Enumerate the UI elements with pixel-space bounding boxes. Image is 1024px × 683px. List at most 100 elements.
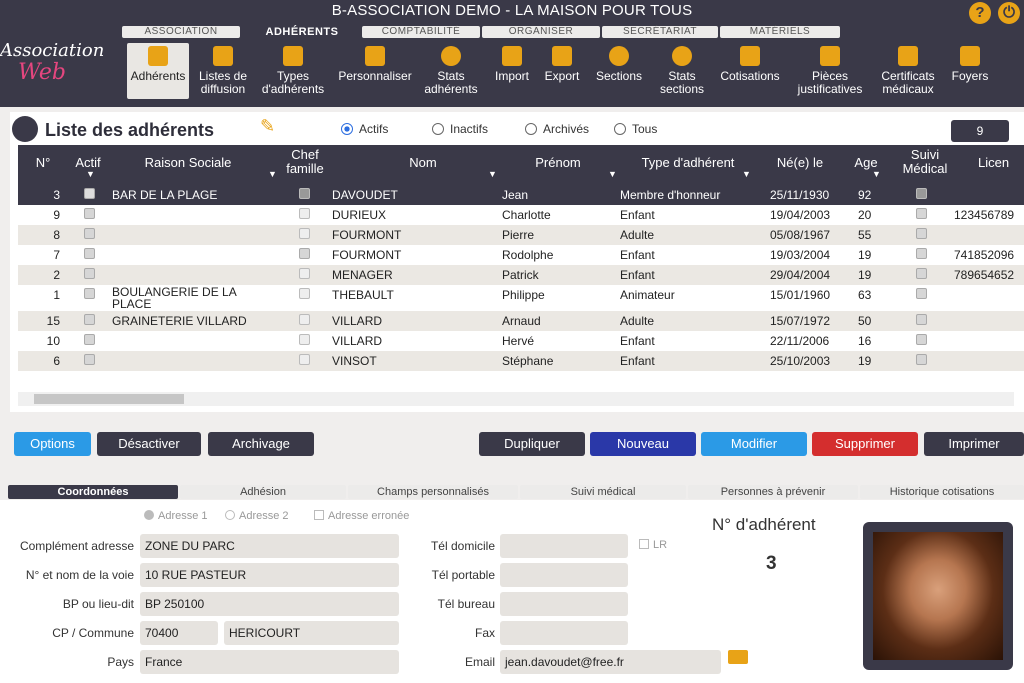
checkbox-chef[interactable]	[299, 228, 310, 239]
checkbox-actif[interactable]	[84, 354, 95, 365]
toolbar-sections[interactable]: Sections	[589, 43, 649, 99]
checkbox-chef[interactable]	[299, 334, 310, 345]
radio-adresse1[interactable]: Adresse 1	[144, 510, 208, 522]
tab-adhesion[interactable]: Adhésion	[180, 485, 346, 499]
checkbox-actif[interactable]	[84, 228, 95, 239]
col-actif[interactable]: Actif	[68, 155, 108, 170]
member-photo[interactable]	[863, 522, 1013, 670]
checkbox-actif[interactable]	[84, 188, 95, 199]
checkbox-suivi[interactable]	[916, 248, 927, 259]
tab-association[interactable]: ASSOCIATION	[122, 26, 240, 38]
checkbox-suivi[interactable]	[916, 334, 927, 345]
filter-icon[interactable]: ▼	[742, 169, 751, 179]
checkbox-chef[interactable]	[299, 188, 310, 199]
table-row[interactable]: 3 BAR DE LA PLAGE DAVOUDET Jean Membre d'hon…	[18, 185, 1024, 205]
tab-organiser[interactable]: ORGANISER	[482, 26, 600, 38]
nouveau-button[interactable]: Nouveau	[590, 432, 696, 456]
checkbox-chef[interactable]	[299, 268, 310, 279]
toolbar-personnaliser[interactable]: Personnaliser	[332, 43, 418, 99]
col-chef[interactable]: Chef famille	[281, 148, 329, 176]
email-icon[interactable]	[728, 650, 748, 664]
toolbar-stats-sections[interactable]: Stats sections	[652, 43, 712, 99]
col-num[interactable]: N°	[28, 155, 58, 170]
table-row[interactable]: 8 FOURMONT Pierre Adulte 05/08/1967 55	[18, 225, 1024, 245]
table-row[interactable]: 7 FOURMONT Rodolphe Enfant 19/03/2004 19 74185…	[18, 245, 1024, 265]
checkbox-suivi[interactable]	[916, 208, 927, 219]
checkbox-suivi[interactable]	[916, 354, 927, 365]
filter-icon[interactable]: ▼	[86, 169, 95, 179]
col-suivi[interactable]: Suivi Médical	[898, 148, 952, 176]
help-icon[interactable]: ?	[969, 2, 991, 24]
filter-icon[interactable]: ▼	[268, 169, 277, 179]
col-prenom[interactable]: Prénom	[508, 155, 608, 170]
radio-adresse2[interactable]: Adresse 2	[225, 510, 289, 522]
bp-field[interactable]: BP 250100	[140, 592, 399, 616]
commune-field[interactable]: HERICOURT	[224, 621, 399, 645]
tab-comptabilite[interactable]: COMPTABILITÉ	[362, 26, 480, 38]
table-row[interactable]: 6 VINSOT Stéphane Enfant 25/10/2003 19	[18, 351, 1024, 371]
email-field[interactable]: jean.davoudet@free.fr	[500, 650, 721, 674]
filter-icon[interactable]: ▼	[608, 169, 617, 179]
options-button[interactable]: Options	[14, 432, 91, 456]
checkbox-lr[interactable]: LR	[639, 539, 667, 551]
checkbox-chef[interactable]	[299, 354, 310, 365]
broom-icon[interactable]: ✎	[260, 116, 280, 138]
checkbox-chef[interactable]	[299, 208, 310, 219]
checkbox-suivi[interactable]	[916, 228, 927, 239]
toolbar-types[interactable]: Types d'adhérents	[256, 43, 330, 99]
col-age[interactable]: Age	[848, 155, 884, 170]
checkbox-suivi[interactable]	[916, 268, 927, 279]
toolbar-export[interactable]: Export	[538, 43, 586, 99]
tab-historique[interactable]: Historique cotisations	[860, 485, 1024, 499]
cp-field[interactable]: 70400	[140, 621, 218, 645]
imprimer-button[interactable]: Imprimer	[924, 432, 1024, 456]
filter-inactifs[interactable]: Inactifs	[432, 122, 488, 136]
tel-portable-field[interactable]	[500, 563, 628, 587]
col-nom[interactable]: Nom	[348, 155, 498, 170]
archivage-button[interactable]: Archivage	[208, 432, 314, 456]
checkbox-suivi[interactable]	[916, 188, 927, 199]
tab-suivi-medical[interactable]: Suivi médical	[520, 485, 686, 499]
table-row[interactable]: 10 VILLARD Hervé Enfant 22/11/2006 16	[18, 331, 1024, 351]
toolbar-foyers[interactable]: Foyers	[946, 43, 994, 99]
checkbox-chef[interactable]	[299, 248, 310, 259]
filter-tous[interactable]: Tous	[614, 122, 657, 136]
supprimer-button[interactable]: Supprimer	[812, 432, 918, 456]
filter-icon[interactable]: ▼	[872, 169, 881, 179]
filter-actifs[interactable]: Actifs	[341, 122, 388, 136]
toolbar-cotisations[interactable]: Cotisations	[714, 43, 786, 99]
toolbar-listes-diffusion[interactable]: Listes de diffusion	[192, 43, 254, 99]
checkbox-actif[interactable]	[84, 314, 95, 325]
checkbox-suivi[interactable]	[916, 314, 927, 325]
filter-icon[interactable]: ▼	[488, 169, 497, 179]
checkbox-adresse-erronee[interactable]: Adresse erronée	[314, 510, 409, 522]
checkbox-chef[interactable]	[299, 288, 310, 299]
toolbar-stats-adherents[interactable]: Stats adhérents	[420, 43, 482, 99]
modifier-button[interactable]: Modifier	[701, 432, 807, 456]
tab-secretariat[interactable]: SECRÉTARIAT	[602, 26, 718, 38]
col-raison[interactable]: Raison Sociale	[118, 155, 258, 170]
tab-materiels[interactable]: MATÉRIELS	[720, 26, 840, 38]
dupliquer-button[interactable]: Dupliquer	[479, 432, 585, 456]
voie-field[interactable]: 10 RUE PASTEUR	[140, 563, 399, 587]
col-ne[interactable]: Né(e) le	[766, 155, 834, 170]
checkbox-actif[interactable]	[84, 208, 95, 219]
filter-archives[interactable]: Archivés	[525, 122, 589, 136]
checkbox-suivi[interactable]	[916, 288, 927, 299]
scroll-thumb[interactable]	[34, 394, 184, 404]
toolbar-adherents[interactable]: Adhérents	[127, 43, 189, 99]
checkbox-chef[interactable]	[299, 314, 310, 325]
checkbox-actif[interactable]	[84, 248, 95, 259]
table-row[interactable]: 9 DURIEUX Charlotte Enfant 19/04/2003 20 12345…	[18, 205, 1024, 225]
toolbar-pieces[interactable]: Pièces justificatives	[790, 43, 870, 99]
checkbox-actif[interactable]	[84, 268, 95, 279]
desactiver-button[interactable]: Désactiver	[97, 432, 201, 456]
tab-personnes[interactable]: Personnes à prévenir	[688, 485, 858, 499]
toolbar-certificats[interactable]: Certificats médicaux	[874, 43, 942, 99]
pays-field[interactable]: France	[140, 650, 399, 674]
checkbox-actif[interactable]	[84, 334, 95, 345]
tel-domicile-field[interactable]	[500, 534, 628, 558]
table-row[interactable]: 2 MENAGER Patrick Enfant 29/04/2004 19 7896546…	[18, 265, 1024, 285]
power-icon[interactable]: ⏻	[998, 2, 1020, 24]
toolbar-import[interactable]: Import	[489, 43, 535, 99]
